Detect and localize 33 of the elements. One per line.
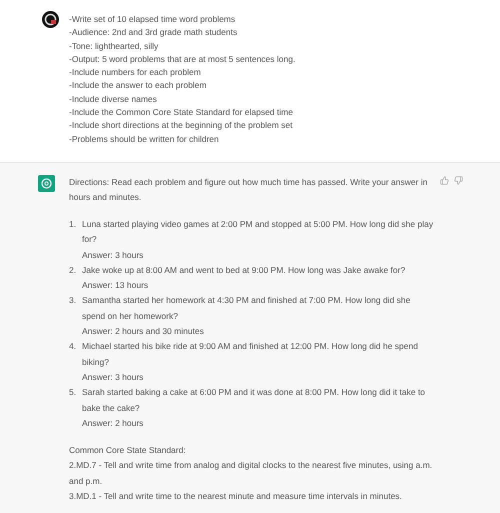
prompt-line: -Write set of 10 elapsed time word problems — [69, 13, 236, 26]
problem-text: Michael started his bike ride at 9:00 AM and finished at 12:00 PM. How long did he spend biking? — [82, 340, 419, 369]
directions-text: Directions: Read each problem and figure out how much time has passed. Write your answer in hours and minutes. — [69, 176, 428, 204]
assistant-logo-icon — [38, 174, 55, 192]
answer-text: Answer: 2 hours and 30 minutes — [82, 325, 205, 338]
answer-text: Answer: 13 hours — [82, 279, 150, 292]
prompt-line: -Include the Common Core State Standard for elapsed time — [69, 106, 294, 120]
thumbs-up-button[interactable] — [440, 176, 449, 185]
prompt-line: -Problems should be written for children — [69, 132, 220, 146]
problem-text: Samantha started her homework at 4:30 PM and finished at 7:00 PM. How long did she spend on her homework? — [82, 294, 412, 323]
prompt-line: -Audience: 2nd and 3rd grade math students — [69, 26, 238, 40]
list-number: 4. — [69, 340, 78, 354]
problem-text: Sarah started baking a cake at 6:00 PM and it was done at 8:00 PM. How long did it take to bake the cake? — [82, 386, 426, 415]
list-number: 1. — [69, 218, 78, 231]
answer-text: Answer: 3 hours — [82, 248, 144, 262]
prompt-line: -Include diverse names — [69, 92, 158, 106]
standard-heading: Common Core State Standard: — [69, 444, 187, 458]
avatar-icon — [42, 11, 59, 28]
standard-text: 3.MD.1 - Tell and write time to the nearest minute and measure time intervals in minutes. — [69, 490, 403, 504]
prompt-line: -Include numbers for each problem — [69, 66, 202, 80]
list-number: 2. — [69, 264, 78, 277]
prompt-line: -Include short directions at the beginning of the problem set — [69, 119, 294, 132]
prompt-line: -Tone: lighthearted, silly — [69, 40, 160, 53]
standard-text: 2.MD.7 - Tell and write time from analog and digital clocks to the nearest five minutes, using a.m. and p.m. — [69, 459, 434, 488]
list-number: 5. — [69, 386, 78, 400]
answer-text: Answer: 3 hours — [82, 370, 144, 384]
thumbs-down-button[interactable] — [454, 176, 463, 185]
prompt-line: -Output: 5 word problems that are at most 5 sentences long. — [69, 52, 296, 66]
answer-text: Answer: 2 hours — [82, 416, 144, 430]
list-number: 3. — [69, 294, 78, 308]
prompt-line: -Include the answer to each problem — [69, 79, 208, 92]
problem-text: Jake woke up at 8:00 AM and went to bed at 9:00 PM. How long was Jake awake for? — [82, 264, 406, 277]
problem-text: Luna started playing video games at 2:00 PM and stopped at 5:00 PM. How long did she play for? — [82, 218, 434, 246]
